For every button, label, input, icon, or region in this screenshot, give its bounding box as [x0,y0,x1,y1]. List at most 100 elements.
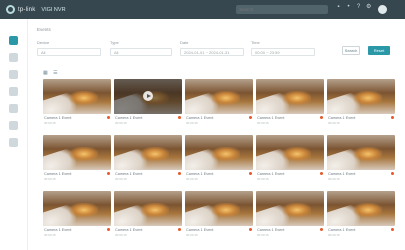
thumbnail-card[interactable]: Camera 1 Event 00:00:15 [43,79,111,125]
thumbnail-image[interactable] [43,79,111,114]
filter-device[interactable]: Device All [37,40,101,56]
grid-view-icon[interactable]: ▦ [43,70,48,76]
bell-icon[interactable]: • [346,4,351,10]
time-range-field[interactable]: 00:00 ~ 23:59 [251,48,315,56]
thumbnail-meta: 00:00:15 [115,233,127,237]
thumbnail-card[interactable]: Camera 1 Event 00:00:15 [185,135,253,181]
thumbnail-card[interactable]: Camera 1 Event 00:00:15 [114,191,182,237]
thumbnail-caption: Camera 1 Event [186,228,214,232]
record-dot-icon [320,172,323,175]
app-title: VIGI NVR [41,6,66,13]
filter-date[interactable]: Date 2024-01-01 ~ 2024-01-31 [180,40,244,56]
thumbnail-card[interactable]: Camera 1 Event 00:00:15 [43,135,111,181]
thumbnail-meta: 00:00:15 [257,233,269,237]
thumbnail-meta: 00:00:15 [44,177,56,181]
help-icon[interactable]: ? [356,4,361,10]
thumbnail-image[interactable] [185,135,253,170]
filter-select[interactable]: All [110,48,172,56]
thumbnail-image[interactable] [327,135,395,170]
sidebar-item-devices[interactable] [9,87,18,96]
thumbnail-meta: 00:00:15 [328,233,340,237]
thumbnail-card[interactable]: Camera 1 Event 00:00:15 [43,191,111,237]
record-dot-icon [107,228,110,231]
view-toolbar: ▦ ☰ [43,70,62,76]
thumbnail-image[interactable] [185,79,253,114]
thumbnail-card[interactable]: Camera 1 Event 00:00:15 [327,135,395,181]
sidebar-item-events[interactable] [9,70,18,79]
thumbnail-meta: 00:00:15 [44,233,56,237]
thumbnail-card[interactable]: Camera 1 Event 00:00:15 [256,191,324,237]
thumbnail-meta: 00:00:15 [186,177,198,181]
thumbnail-image[interactable] [114,135,182,170]
sidebar-item-playback[interactable] [9,53,18,62]
thumbnail-meta: 00:00:15 [328,177,340,181]
search-button[interactable]: Search [342,46,360,55]
search-input[interactable] [236,5,328,14]
thumbnail-image[interactable] [256,191,324,226]
record-dot-icon [178,228,181,231]
record-dot-icon [107,116,110,119]
play-icon[interactable] [143,91,153,101]
thumbnail-caption: Camera 1 Event [257,172,285,176]
thumbnail-meta: 00:00:15 [328,121,340,125]
sidebar [0,19,28,250]
thumbnail-caption: Camera 1 Event [115,172,143,176]
filter-select[interactable]: All [37,48,101,56]
filter-time[interactable]: Time 00:00 ~ 23:59 [251,40,315,56]
filter-type[interactable]: Type All [110,40,172,56]
thumbnail-caption: Camera 1 Event [328,172,356,176]
thumbnail-image[interactable] [327,79,395,114]
record-dot-icon [249,116,252,119]
thumbnail-image[interactable] [256,135,324,170]
record-dot-icon [249,172,252,175]
sidebar-item-live[interactable] [9,36,18,45]
thumbnail-card[interactable]: Camera 1 Event 00:00:15 [185,79,253,125]
thumbnail-meta: 00:00:15 [257,177,269,181]
list-view-icon[interactable]: ☰ [53,70,57,76]
thumbnail-meta: 00:00:15 [115,177,127,181]
thumbnail-card[interactable]: Camera 1 Event 00:00:15 [114,135,182,181]
thumbnail-image[interactable] [43,191,111,226]
thumbnail-caption: Camera 1 Event [115,228,143,232]
thumbnail-image[interactable] [43,135,111,170]
thumbnail-meta: 00:00:15 [186,233,198,237]
thumbnail-caption: Camera 1 Event [44,228,72,232]
thumbnail-card[interactable]: Camera 1 Event 00:00:15 [256,135,324,181]
thumbnail-image[interactable] [185,191,253,226]
top-icons: ▪ • ? ⚙ [336,4,376,10]
thumbnail-caption: Camera 1 Event [44,116,72,120]
filter-label: Date [180,40,189,45]
sidebar-item-settings[interactable] [9,138,18,147]
thumbnail-card[interactable]: Camera 1 Event 00:00:15 [114,79,182,125]
thumbnail-image[interactable] [114,191,182,226]
record-dot-icon [391,228,394,231]
sidebar-item-logs[interactable] [9,121,18,130]
breadcrumb: Events [37,27,51,32]
record-dot-icon [178,116,181,119]
reset-button[interactable]: Reset [368,46,390,55]
thumbnail-caption: Camera 1 Event [115,116,143,120]
thumbnail-image[interactable] [327,191,395,226]
date-range-field[interactable]: 2024-01-01 ~ 2024-01-31 [180,48,244,56]
record-dot-icon [391,172,394,175]
record-dot-icon [391,116,394,119]
thumbnail-card[interactable]: Camera 1 Event 00:00:15 [256,79,324,125]
thumbnail-meta: 00:00:15 [44,121,56,125]
filter-label: Time [251,40,260,45]
grid-icon[interactable]: ▪ [336,4,341,10]
thumbnail-meta: 00:00:15 [186,121,198,125]
thumbnail-card[interactable]: Camera 1 Event 00:00:15 [327,79,395,125]
thumbnail-image[interactable] [256,79,324,114]
record-dot-icon [320,116,323,119]
logo-icon [6,5,15,14]
avatar[interactable] [378,5,387,14]
filter-label: Type [110,40,119,45]
thumbnail-card[interactable]: Camera 1 Event 00:00:15 [327,191,395,237]
sidebar-item-users[interactable] [9,104,18,113]
thumbnail-caption: Camera 1 Event [257,116,285,120]
thumbnail-card[interactable]: Camera 1 Event 00:00:15 [185,191,253,237]
top-bar: tp-link VIGI NVR ▪ • ? ⚙ [0,0,405,19]
app-logo[interactable]: tp-link VIGI NVR [6,4,66,15]
settings-icon[interactable]: ⚙ [366,4,371,10]
record-dot-icon [178,172,181,175]
